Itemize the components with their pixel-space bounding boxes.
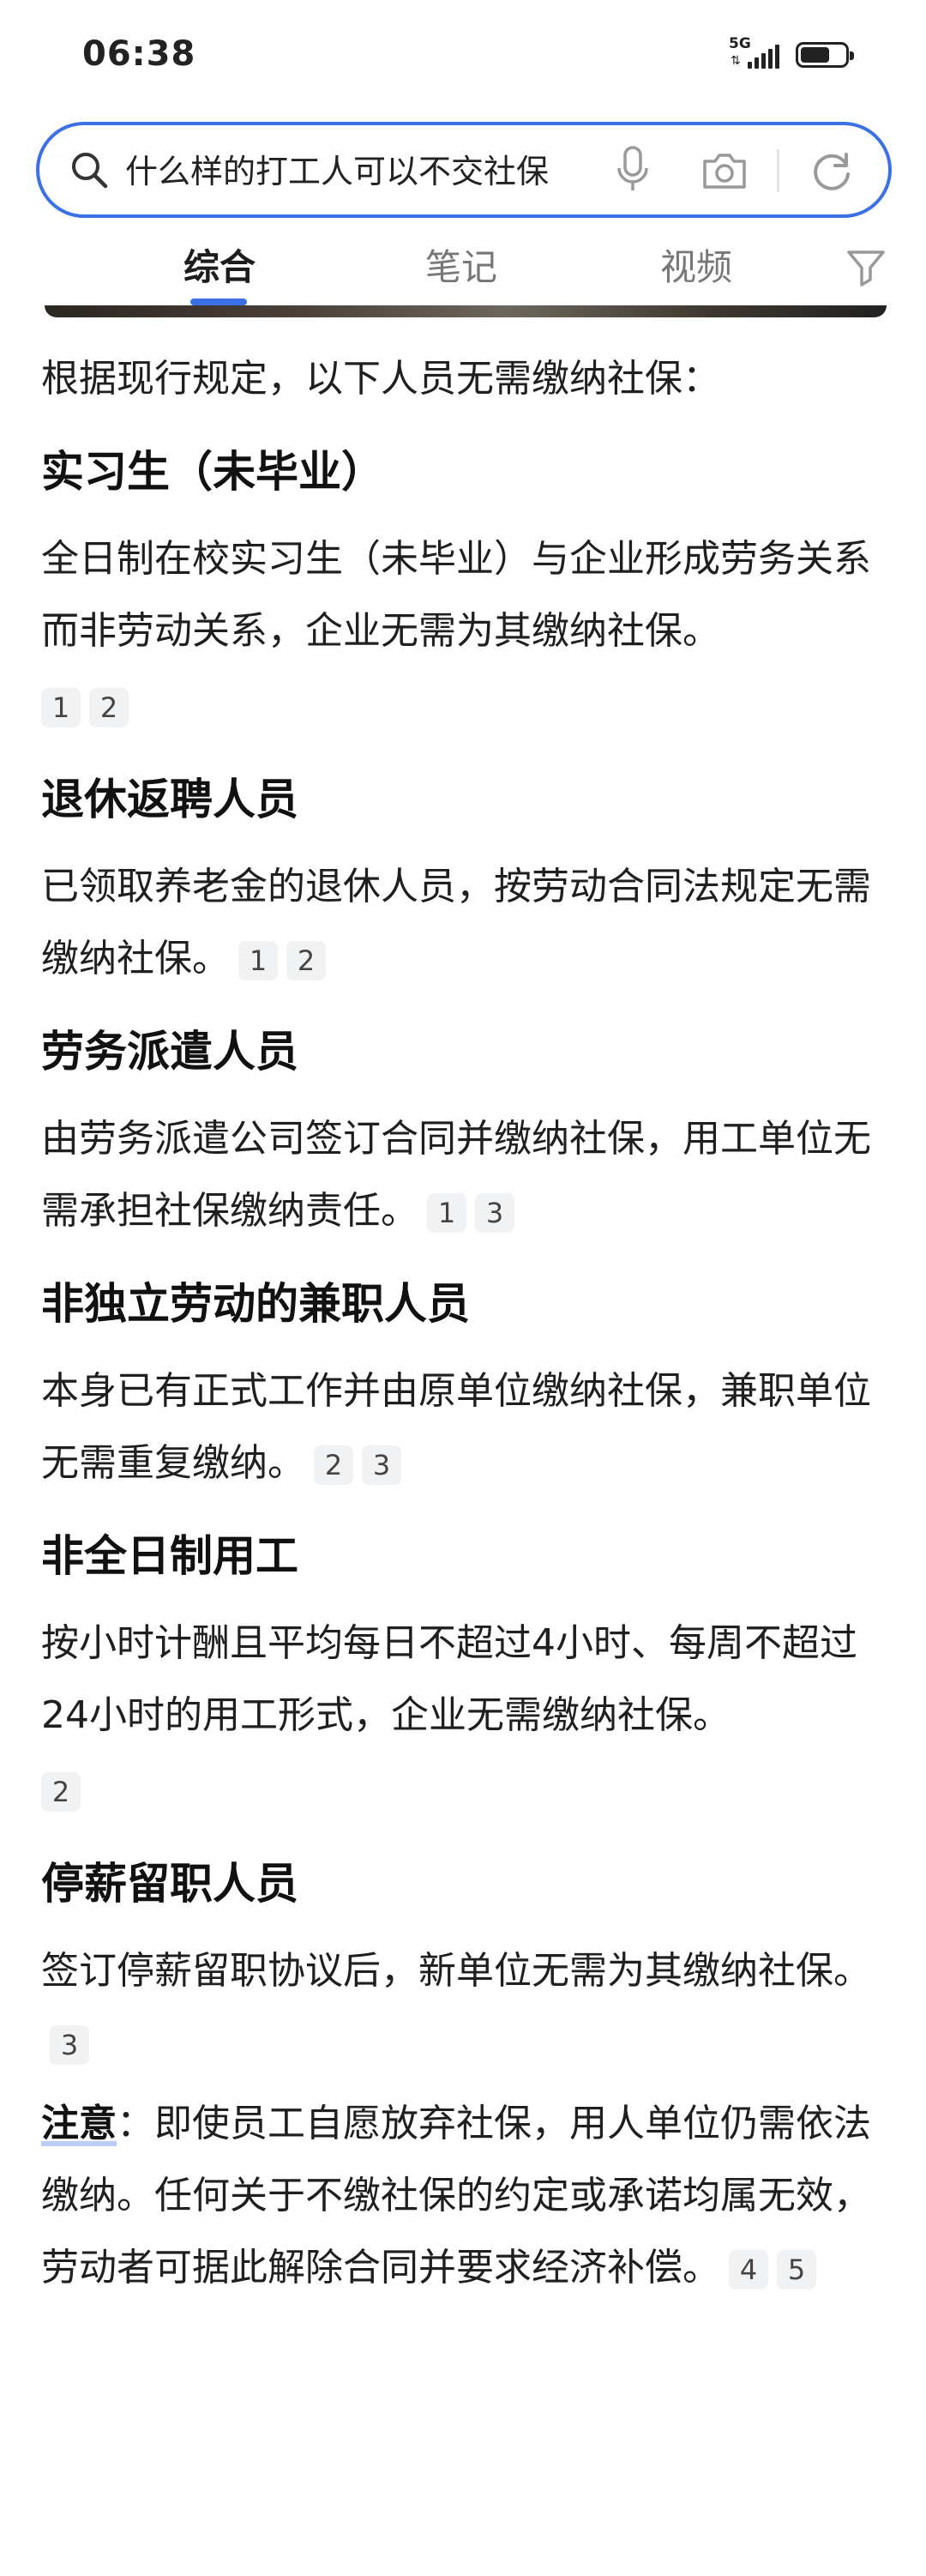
search-input[interactable]: 什么样的打工人可以不交社保	[125, 148, 601, 196]
image-strip	[45, 305, 887, 317]
note-separator: ：	[117, 2102, 154, 2145]
tab-notes[interactable]: 笔记	[425, 238, 497, 291]
section-title: 停薪留职人员	[41, 1859, 298, 1909]
section-title: 实习生（未毕业）	[41, 447, 384, 497]
refresh-icon[interactable]	[807, 146, 857, 196]
citation-badge[interactable]: 1	[427, 1193, 466, 1233]
search-icon	[72, 153, 108, 189]
section-body: 本身已有正式工作并由原单位缴纳社保，兼职单位无需重复缴纳。	[41, 1369, 871, 1485]
data-arrows-icon: ⇅	[731, 54, 741, 68]
search-bar[interactable]: 什么样的打工人可以不交社保	[36, 122, 892, 218]
citation-badge[interactable]: 1	[41, 687, 81, 727]
status-time: 06:38	[82, 34, 196, 74]
section-body: 全日制在校实习生（未毕业）与企业形成劳务关系而非劳动关系，企业无需为其缴纳社保。	[41, 537, 871, 653]
citation-badge[interactable]: 3	[475, 1193, 514, 1233]
active-tab-indicator	[190, 299, 247, 305]
citation-group: 12	[41, 671, 890, 743]
section-part-time: 非独立劳动的兼职人员 本身已有正式工作并由原单位缴纳社保，兼职单位无需重复缴纳。…	[41, 1263, 890, 1499]
answer-content: 根据现行规定，以下人员无需缴纳社保： 实习生（未毕业） 全日制在校实习生（未毕业…	[41, 343, 890, 2304]
citation-badge[interactable]: 2	[41, 1771, 81, 1812]
citation-group: 2	[41, 1755, 890, 1827]
battery-level	[801, 47, 829, 63]
section-title: 非独立劳动的兼职人员	[41, 1279, 470, 1329]
section-body: 已领取养老金的退休人员，按劳动合同法规定无需缴纳社保。	[41, 865, 871, 980]
camera-icon[interactable]	[700, 148, 749, 192]
note-paragraph: 注意：即使员工自愿放弃社保，用人单位仍需依法缴纳。任何关于不缴社保的约定或承诺均…	[41, 2088, 890, 2304]
section-body: 签订停薪留职协议后，新单位无需为其缴纳社保。	[41, 1949, 871, 1993]
section-intern: 实习生（未毕业） 全日制在校实习生（未毕业）与企业形成劳务关系而非劳动关系，企业…	[41, 431, 890, 743]
note-label: 注意	[41, 2102, 117, 2145]
filter-icon[interactable]	[845, 245, 887, 288]
citation-badge[interactable]: 3	[362, 1445, 401, 1485]
section-dispatch: 劳务派遣人员 由劳务派遣公司签订合同并缴纳社保，用工单位无需承担社保缴纳责任。 1…	[41, 1010, 890, 1247]
section-suspended: 停薪留职人员 签订停薪留职协议后，新单位无需为其缴纳社保。 3	[41, 1843, 890, 2079]
citation-badge[interactable]: 2	[89, 687, 129, 727]
section-title: 非全日制用工	[41, 1531, 298, 1581]
status-icons: 5G ⇅	[729, 36, 854, 72]
section-title: 劳务派遣人员	[41, 1027, 298, 1077]
signal-icon: 5G ⇅	[729, 36, 780, 72]
citation-badge[interactable]: 3	[50, 2025, 89, 2065]
search-divider	[777, 149, 779, 192]
result-tabs: 综合 笔记 视频	[0, 230, 926, 307]
battery-icon	[796, 42, 854, 68]
tab-videos[interactable]: 视频	[660, 238, 732, 291]
citation-badge[interactable]: 2	[286, 941, 326, 980]
section-title: 退休返聘人员	[41, 775, 298, 824]
citation-badge[interactable]: 5	[777, 2250, 816, 2289]
section-non-full-time: 非全日制用工 按小时计酬且平均每日不超过4小时、每周不超过24小时的用工形式，企…	[41, 1515, 890, 1827]
answer-intro: 根据现行规定，以下人员无需缴纳社保：	[41, 357, 720, 401]
citation-badge[interactable]: 4	[729, 2250, 768, 2289]
microphone-icon[interactable]	[614, 144, 652, 196]
section-body: 按小时计酬且平均每日不超过4小时、每周不超过24小时的用工形式，企业无需缴纳社保…	[41, 1621, 857, 1737]
status-bar: 06:38 5G ⇅	[0, 0, 926, 117]
citation-badge[interactable]: 1	[238, 941, 278, 980]
section-retiree: 退休返聘人员 已领取养老金的退休人员，按劳动合同法规定无需缴纳社保。 1 2	[41, 758, 890, 995]
citation-badge[interactable]: 2	[314, 1445, 353, 1485]
tab-comprehensive[interactable]: 综合	[183, 238, 256, 291]
